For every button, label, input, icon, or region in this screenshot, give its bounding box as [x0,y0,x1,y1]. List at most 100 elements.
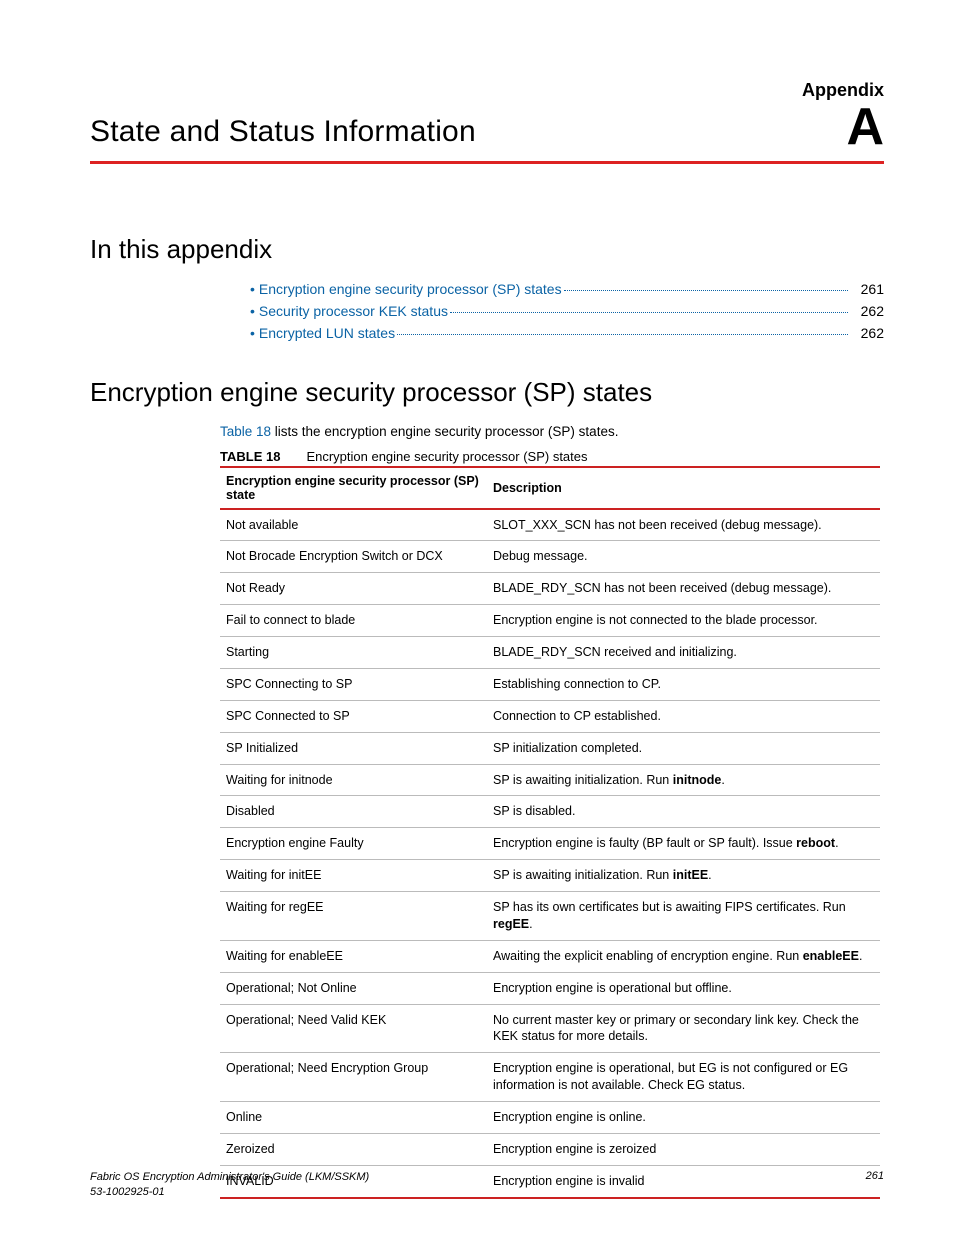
page-footer: Fabric OS Encryption Administrator's Gui… [90,1170,884,1199]
footer-title: Fabric OS Encryption Administrator's Gui… [90,1171,369,1183]
cell-state: Operational; Not Online [220,972,487,1004]
toc-list: • Encryption engine security processor (… [250,281,884,341]
cell-desc: Encryption engine is operational but off… [487,972,880,1004]
bullet-icon: • [250,281,255,297]
cell-desc: Encryption engine is zeroized [487,1133,880,1165]
table-row: SPC Connecting to SPEstablishing connect… [220,668,880,700]
cell-desc: SLOT_XXX_SCN has not been received (debu… [487,509,880,541]
cell-state: Operational; Need Encryption Group [220,1053,487,1102]
cell-desc: Debug message. [487,541,880,573]
table-row: SPC Connected to SPConnection to CP esta… [220,700,880,732]
cell-state: Waiting for enableEE [220,940,487,972]
cell-state: Not Brocade Encryption Switch or DCX [220,541,487,573]
cell-state: SPC Connected to SP [220,700,487,732]
cell-state: Not available [220,509,487,541]
table-row: StartingBLADE_RDY_SCN received and initi… [220,637,880,669]
table-row: Waiting for enableEEAwaiting the explici… [220,940,880,972]
toc-item: • Encryption engine security processor (… [250,281,884,297]
cell-desc: BLADE_RDY_SCN has not been received (deb… [487,573,880,605]
table-row: Not ReadyBLADE_RDY_SCN has not been rece… [220,573,880,605]
cell-desc: Encryption engine is online. [487,1102,880,1134]
table-caption-text: Encryption engine security processor (SP… [306,449,587,464]
cell-desc: No current master key or primary or seco… [487,1004,880,1053]
cell-desc: SP is disabled. [487,796,880,828]
toc-item: • Encrypted LUN states 262 [250,325,884,341]
page: Appendix State and Status Information A … [0,0,954,1235]
cell-state: Encryption engine Faulty [220,828,487,860]
bullet-icon: • [250,303,255,319]
cell-desc: SP is awaiting initialization. Run initn… [487,764,880,796]
table-row: Waiting for initEESP is awaiting initial… [220,860,880,892]
header: Appendix [90,80,884,101]
command-name: reboot [796,836,835,850]
cell-state: Operational; Need Valid KEK [220,1004,487,1053]
table-row: Not Brocade Encryption Switch or DCXDebu… [220,541,880,573]
toc-item: • Security processor KEK status 262 [250,303,884,319]
cell-state: Waiting for initEE [220,860,487,892]
table-ref-link[interactable]: Table 18 [220,424,271,439]
cell-desc: SP initialization completed. [487,732,880,764]
table-row: DisabledSP is disabled. [220,796,880,828]
toc-link[interactable]: Encrypted LUN states [259,325,395,341]
cell-state: Not Ready [220,573,487,605]
col-header-state: Encryption engine security processor (SP… [220,467,487,509]
chapter-title: State and Status Information [90,115,476,149]
toc-link[interactable]: Encryption engine security processor (SP… [259,281,562,297]
table-row: Encryption engine FaultyEncryption engin… [220,828,880,860]
command-name: initnode [673,773,722,787]
cell-state: Zeroized [220,1133,487,1165]
cell-state: Fail to connect to blade [220,605,487,637]
table-row: ZeroizedEncryption engine is zeroized [220,1133,880,1165]
command-name: enableEE [803,949,859,963]
table-row: SP InitializedSP initialization complete… [220,732,880,764]
toc-page: 261 [852,281,884,297]
cell-desc: Encryption engine is operational, but EG… [487,1053,880,1102]
footer-left: Fabric OS Encryption Administrator's Gui… [90,1170,369,1199]
cell-desc: SP has its own certificates but is await… [487,892,880,941]
section-heading-sp-states: Encryption engine security processor (SP… [90,377,884,408]
cell-desc: Establishing connection to CP. [487,668,880,700]
toc-leader [450,312,848,313]
cell-state: Disabled [220,796,487,828]
cell-state: SP Initialized [220,732,487,764]
table-row: Not availableSLOT_XXX_SCN has not been r… [220,509,880,541]
table-row: Waiting for initnodeSP is awaiting initi… [220,764,880,796]
toc-leader [397,334,848,335]
table-row: Operational; Not OnlineEncryption engine… [220,972,880,1004]
cell-desc: Encryption engine is not connected to th… [487,605,880,637]
cell-state: Online [220,1102,487,1134]
footer-page-number: 261 [866,1170,884,1199]
intro-paragraph: Table 18 lists the encryption engine sec… [220,424,884,439]
table-row: Operational; Need Valid KEKNo current ma… [220,1004,880,1053]
intro-text: lists the encryption engine security pro… [271,424,618,439]
table-row: Waiting for regEESP has its own certific… [220,892,880,941]
cell-desc: BLADE_RDY_SCN received and initializing. [487,637,880,669]
cell-desc: SP is awaiting initialization. Run initE… [487,860,880,892]
table-caption: TABLE 18 Encryption engine security proc… [220,449,884,464]
table-row: Fail to connect to bladeEncryption engin… [220,605,880,637]
in-this-appendix-heading: In this appendix [90,234,884,265]
cell-desc: Connection to CP established. [487,700,880,732]
table-header-row: Encryption engine security processor (SP… [220,467,880,509]
toc-page: 262 [852,325,884,341]
cell-state: SPC Connecting to SP [220,668,487,700]
footer-docnum: 53-1002925-01 [90,1186,165,1198]
toc-page: 262 [852,303,884,319]
toc-leader [564,290,848,291]
cell-state: Waiting for regEE [220,892,487,941]
table-number: TABLE 18 [220,449,280,464]
table-row: OnlineEncryption engine is online. [220,1102,880,1134]
command-name: regEE [493,917,529,931]
sp-states-table: Encryption engine security processor (SP… [220,466,880,1199]
col-header-desc: Description [487,467,880,509]
table-row: Operational; Need Encryption GroupEncryp… [220,1053,880,1102]
appendix-letter: A [846,107,884,149]
cell-state: Waiting for initnode [220,764,487,796]
bullet-icon: • [250,325,255,341]
title-row: State and Status Information A [90,107,884,164]
cell-desc: Awaiting the explicit enabling of encryp… [487,940,880,972]
cell-desc: Encryption engine is faulty (BP fault or… [487,828,880,860]
cell-state: Starting [220,637,487,669]
toc-link[interactable]: Security processor KEK status [259,303,448,319]
command-name: initEE [673,868,708,882]
